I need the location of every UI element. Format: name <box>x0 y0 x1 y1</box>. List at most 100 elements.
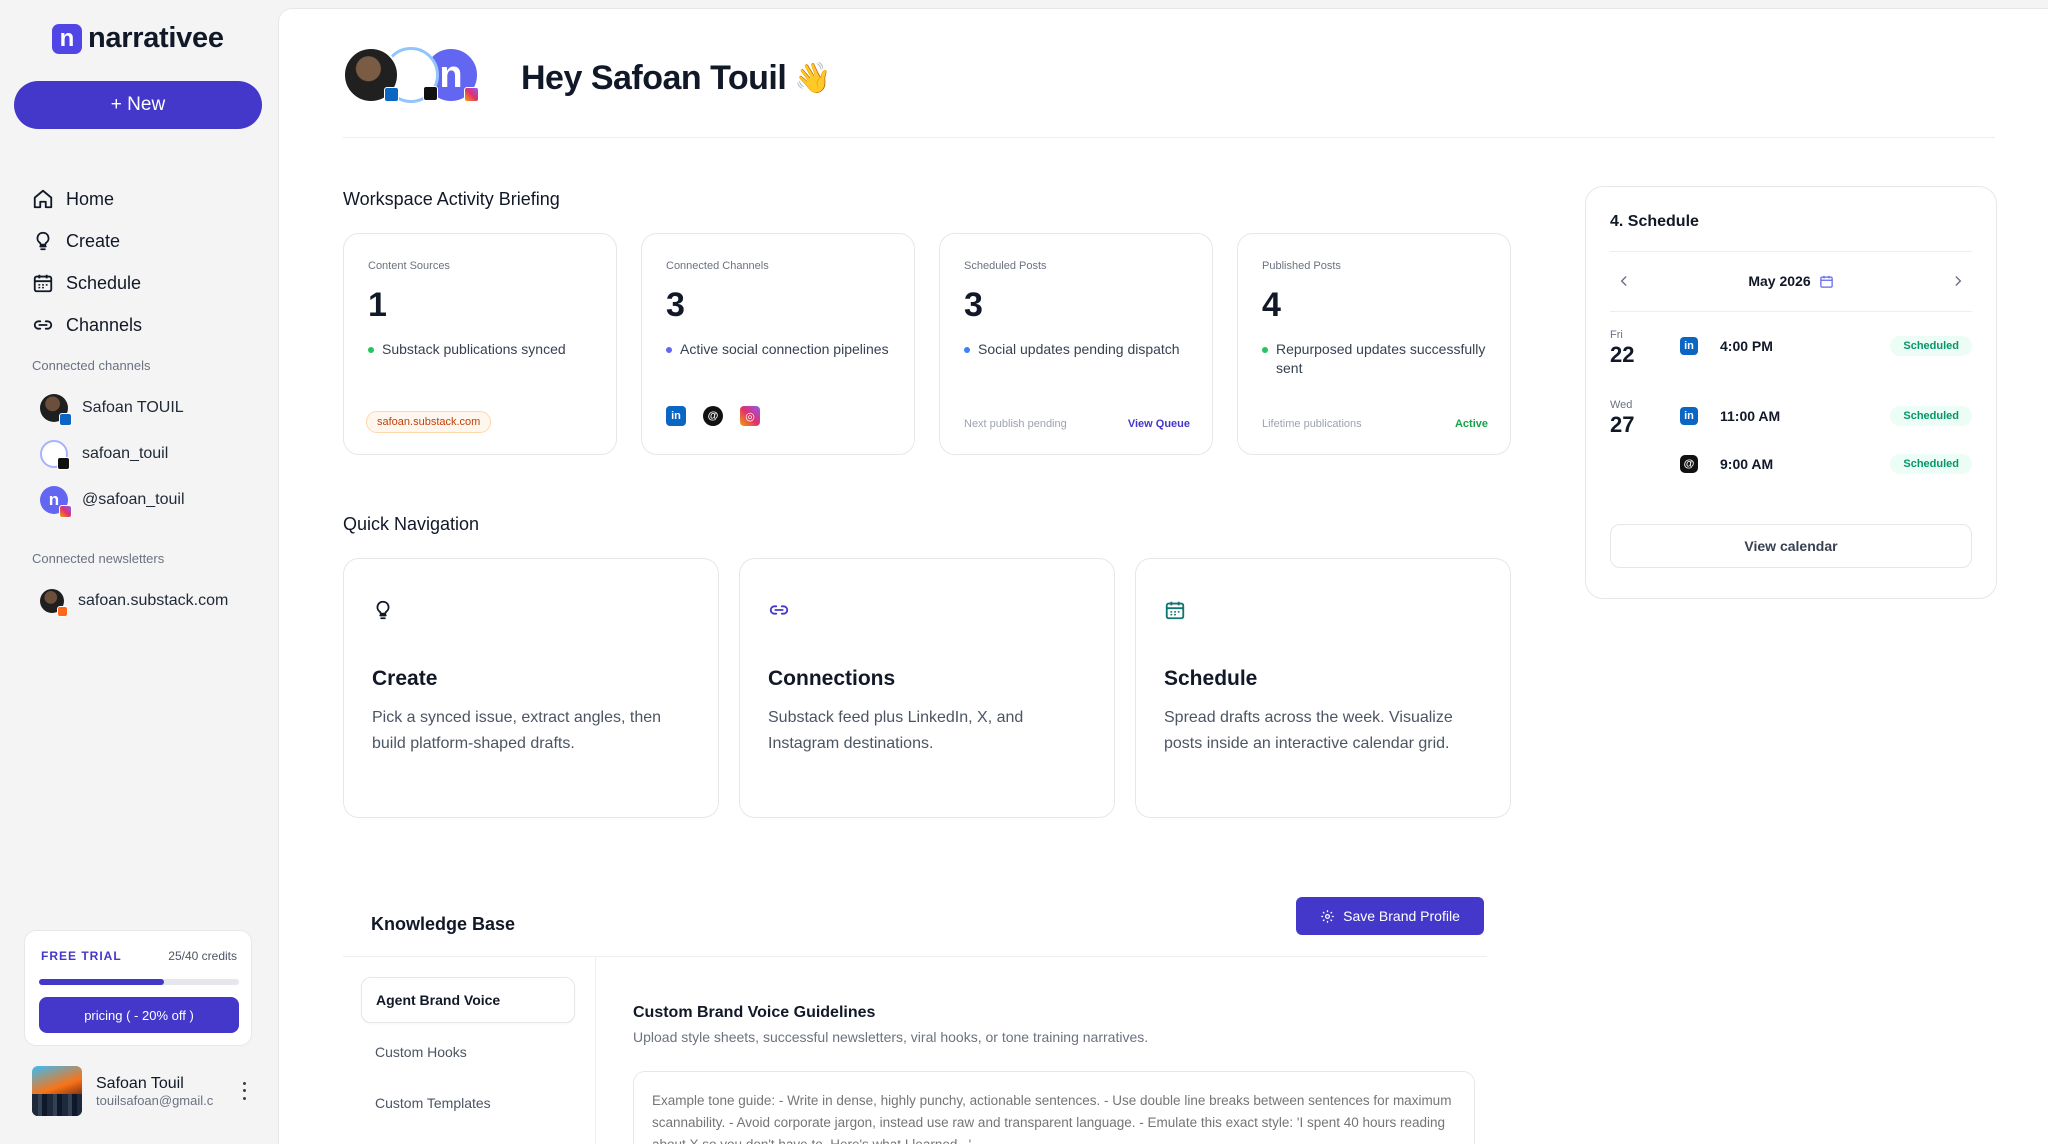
quick-nav-schedule[interactable]: Schedule Spread drafts across the week. … <box>1135 558 1511 818</box>
stat-label: Published Posts <box>1262 260 1341 272</box>
new-button[interactable]: + New <box>14 81 262 129</box>
avatar <box>40 440 70 470</box>
user-avatar <box>32 1066 82 1116</box>
stat-footer: Next publish pending View Queue <box>964 418 1190 430</box>
nav-item-label: Home <box>66 188 115 209</box>
quick-nav-card-body: Substack feed plus LinkedIn, X, and Inst… <box>768 709 1024 752</box>
tab-agent-brand-voice[interactable]: Agent Brand Voice <box>361 977 575 1023</box>
stat-description: Repurposed updates successfully sent <box>1262 340 1492 378</box>
month-label: May 2026 <box>1748 273 1811 289</box>
slot-time: 9:00 AM <box>1720 456 1774 472</box>
page-title: Hey Safoan Touil 👋 <box>521 59 832 98</box>
view-calendar-button[interactable]: View calendar <box>1610 524 1972 568</box>
quick-nav-card-body: Spread drafts across the week. Visualize… <box>1164 709 1453 752</box>
logo-text: narrativee <box>88 22 224 54</box>
divider <box>1610 251 1972 252</box>
main-nav: Home Create Schedule Channels <box>32 178 262 346</box>
day-of-week: Fri <box>1610 329 1623 341</box>
stat-card-connected-channels[interactable]: Connected Channels 3 Active social conne… <box>641 233 915 455</box>
linkedin-icon: in <box>1680 337 1698 355</box>
divider <box>595 957 596 1144</box>
gear-icon <box>1321 909 1334 923</box>
tab-custom-templates[interactable]: Custom Templates <box>361 1080 575 1126</box>
nav-item-label: Schedule <box>66 272 142 293</box>
brand-voice-heading: Custom Brand Voice Guidelines <box>633 1004 876 1021</box>
tab-custom-hooks[interactable]: Custom Hooks <box>361 1029 575 1075</box>
quick-nav-card-title: Schedule <box>1164 667 1258 690</box>
status-badge: Scheduled <box>1890 336 1972 356</box>
knowledge-base-title: Knowledge Base <box>371 914 516 934</box>
schedule-slot[interactable]: in 4:00 PM Scheduled <box>1680 335 1972 357</box>
stat-card-content-sources[interactable]: Content Sources 1 Substack publications … <box>343 233 617 455</box>
user-profile[interactable]: Safoan Touil touilsafoan@gmail.c <box>32 1066 252 1116</box>
threads-icon <box>423 86 438 101</box>
schedule-day: Wed 27 <box>1610 399 1634 438</box>
save-brand-profile-label: Save Brand Profile <box>1343 908 1460 924</box>
status-badge: Active <box>1454 418 1488 430</box>
stat-value: 1 <box>368 286 387 324</box>
newsletter-name: safoan.substack.com <box>78 592 229 609</box>
brand-voice-subheading: Upload style sheets, successful newslett… <box>633 1029 1149 1045</box>
day-number: 22 <box>1610 342 1635 367</box>
connected-channels-list: Safoan TOUIL safoan_touil n @safoan_toui… <box>40 385 270 523</box>
avatar: n <box>40 486 72 518</box>
channel-item[interactable]: n @safoan_touil <box>40 477 270 523</box>
nav-item-label: Create <box>66 230 121 251</box>
calendar-icon <box>1819 275 1833 288</box>
stat-description: Active social connection pipelines <box>666 340 896 359</box>
free-trial-card: FREE TRIAL 25/40 credits pricing ( - 20%… <box>24 930 252 1046</box>
month-picker[interactable]: May 2026 <box>1748 273 1833 289</box>
schedule-day: Fri 22 <box>1610 329 1634 368</box>
linkedin-icon: in <box>666 406 686 426</box>
quick-nav-card-title: Create <box>372 667 438 690</box>
stat-value: 4 <box>1262 286 1281 324</box>
schedule-slot[interactable]: @ 9:00 AM Scheduled <box>1680 453 1972 475</box>
day-of-week: Wed <box>1610 399 1633 411</box>
credits-progress-fill <box>39 979 164 985</box>
channel-item[interactable]: Safoan TOUIL <box>40 385 270 431</box>
stat-description: Social updates pending dispatch <box>964 340 1194 359</box>
save-brand-profile-button[interactable]: Save Brand Profile <box>1296 897 1484 935</box>
main-content: n Hey Safoan Touil 👋 Workspace Activity … <box>278 8 2048 1144</box>
channel-icons: in @ ◎ <box>666 406 760 426</box>
nav-item-channels[interactable]: Channels <box>32 304 262 346</box>
chevron-left-icon[interactable] <box>1610 267 1638 295</box>
instagram-icon <box>464 87 479 102</box>
stat-card-scheduled-posts[interactable]: Scheduled Posts 3 Social updates pending… <box>939 233 1213 455</box>
brand-voice-textarea[interactable] <box>633 1071 1475 1144</box>
slot-time: 11:00 AM <box>1720 408 1781 424</box>
day-number: 27 <box>1610 412 1635 437</box>
briefing-title: Workspace Activity Briefing <box>343 189 560 209</box>
lightbulb-icon <box>36 231 50 251</box>
stat-value: 3 <box>964 286 983 324</box>
channel-name: @safoan_touil <box>82 491 185 508</box>
slot-time: 4:00 PM <box>1720 338 1773 354</box>
nav-item-create[interactable]: Create <box>32 220 262 262</box>
schedule-slot[interactable]: in 11:00 AM Scheduled <box>1680 405 1972 427</box>
more-vertical-icon[interactable] <box>236 1080 252 1102</box>
sidebar: n narrativee + New Home Create Schedule … <box>0 0 278 1144</box>
link-icon <box>33 320 53 330</box>
nav-item-home[interactable]: Home <box>32 178 262 220</box>
lightbulb-icon <box>376 600 390 620</box>
view-queue-link[interactable]: View Queue <box>1128 418 1190 430</box>
source-tag[interactable]: safoan.substack.com <box>366 411 492 433</box>
avatar <box>40 394 72 426</box>
quick-nav-card-body: Pick a synced issue, extract angles, the… <box>372 709 662 752</box>
avatar <box>343 47 399 103</box>
nav-item-schedule[interactable]: Schedule <box>32 262 262 304</box>
channel-name: safoan_touil <box>82 445 169 462</box>
app-logo[interactable]: n narrativee <box>52 22 224 55</box>
quick-nav-connections[interactable]: Connections Substack feed plus LinkedIn,… <box>739 558 1115 818</box>
pricing-button[interactable]: pricing ( - 20% off ) <box>39 997 239 1033</box>
nav-item-label: Channels <box>66 314 143 335</box>
schedule-title: 4. Schedule <box>1610 213 1699 230</box>
quick-nav-create[interactable]: Create Pick a synced issue, extract angl… <box>343 558 719 818</box>
chevron-right-icon[interactable] <box>1944 267 1972 295</box>
stat-card-published-posts[interactable]: Published Posts 4 Repurposed updates suc… <box>1237 233 1511 455</box>
newsletter-item[interactable]: safoan.substack.com <box>40 578 270 624</box>
channel-item[interactable]: safoan_touil <box>40 431 270 477</box>
divider <box>343 137 1995 138</box>
avatar <box>40 589 68 617</box>
stat-label: Content Sources <box>368 260 450 272</box>
